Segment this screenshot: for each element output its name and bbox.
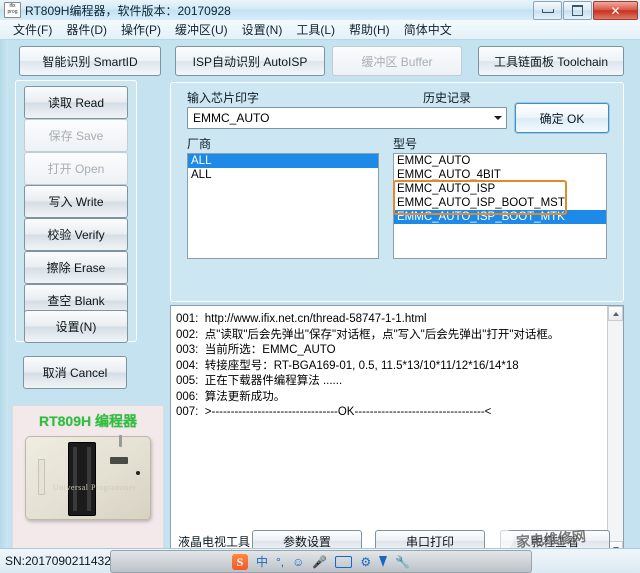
ok-button[interactable]: 确定 OK [515, 103, 609, 133]
vendor-list-label: 厂商 [187, 137, 212, 151]
wrench-icon[interactable]: 🔧 [395, 555, 410, 569]
skin-icon[interactable] [379, 556, 388, 567]
log-line: 002: 点"读取"后会先弹出"保存"对话框，点"写入"后会先弹出"打开"对话框… [176, 328, 560, 341]
menu-item-operation[interactable]: 操作(P) [114, 19, 168, 40]
menu-item-help[interactable]: 帮助(H) [342, 19, 397, 40]
microphone-icon[interactable]: 🎤 [312, 555, 327, 569]
menu-item-file[interactable]: 文件(F) [6, 19, 59, 40]
toolchain-button[interactable]: 工具链面板 Toolchain [478, 46, 624, 76]
zif-lever-icon [119, 435, 122, 447]
zif-socket-icon [68, 435, 122, 516]
model-list-item[interactable]: EMMC_AUTO_ISP [394, 182, 606, 196]
action-button-group: 读取 Read 保存 Save 打开 Open 写入 Write 校验 Veri… [15, 80, 137, 343]
vendor-list-item[interactable]: ALL [188, 168, 378, 182]
log-line: 007: >---------------------------------O… [176, 406, 492, 418]
open-button[interactable]: 打开 Open [24, 152, 128, 185]
programmer-device-body: Universal Programmer [25, 435, 151, 520]
device-photo-title: RT809H 编程器 [38, 413, 138, 429]
settings-button[interactable]: 设置(N) [24, 310, 128, 343]
toolbox-icon[interactable]: ⚙ [360, 555, 371, 569]
chevron-down-icon[interactable] [489, 109, 506, 127]
close-button[interactable]: ✕ [593, 1, 638, 20]
model-list-item[interactable]: EMMC_AUTO_4BIT [394, 168, 606, 182]
menu-bar: 文件(F) 器件(D) 操作(P) 缓冲区(U) 设置(N) 工具(L) 帮助(… [0, 20, 640, 40]
scrollbar-track[interactable] [608, 321, 623, 541]
chip-name-value: EMMC_AUTO [193, 111, 270, 125]
log-line: 005: 正在下载器件编程算法 ...... [176, 375, 343, 387]
minimize-button[interactable] [533, 1, 562, 20]
client-area: 智能识别 SmartID ISP自动识别 AutoISP 缓冲区 Buffer … [0, 40, 640, 557]
model-list-item[interactable]: EMMC_AUTO [394, 154, 606, 168]
status-led-icon [136, 471, 140, 475]
maximize-icon [572, 5, 583, 16]
device-side-slot [38, 459, 45, 495]
smiley-icon[interactable]: ☺ [292, 555, 304, 569]
log-line: 006: 算法更新成功。 [176, 390, 286, 403]
menu-item-settings[interactable]: 设置(N) [235, 19, 290, 40]
close-icon: ✕ [610, 3, 621, 18]
menu-item-buffer[interactable]: 缓冲区(U) [168, 19, 235, 40]
usb-port-icon [110, 457, 128, 464]
history-label: 历史记录 [423, 91, 472, 105]
menu-item-device[interactable]: 器件(D) [59, 19, 114, 40]
scroll-up-icon[interactable] [608, 306, 623, 321]
menu-item-language[interactable]: 简体中文 [397, 19, 459, 40]
smartid-button[interactable]: 智能识别 SmartID [19, 46, 161, 76]
cancel-button[interactable]: 取消 Cancel [23, 356, 127, 389]
keyboard-icon[interactable] [335, 555, 353, 568]
window-title: RT809H编程器，软件版本：20170928 [25, 3, 231, 18]
save-button[interactable]: 保存 Save [24, 119, 128, 152]
app-icon: ifix prog [4, 2, 21, 18]
model-list-item[interactable]: EMMC_AUTO_ISP_BOOT_MTK [394, 210, 606, 224]
ime-punctuation-icon[interactable]: °, [276, 555, 284, 569]
device-photo: RT809H 编程器 Universal Programmer [12, 405, 164, 550]
verify-button[interactable]: 校验 Verify [24, 218, 128, 251]
chip-select-panel: 输入芯片印字 历史记录 EMMC_AUTO 确定 OK 厂商 型号 ALL AL… [170, 82, 624, 302]
minimize-icon [541, 8, 554, 13]
ime-chinese-mode-icon[interactable]: 中 [256, 555, 268, 569]
read-button[interactable]: 读取 Read [24, 86, 128, 119]
autoisp-button[interactable]: ISP自动识别 AutoISP [175, 46, 325, 76]
log-vertical-scrollbar[interactable] [607, 306, 623, 556]
chip-input-label: 输入芯片印字 [187, 91, 260, 105]
model-list-item[interactable]: EMMC_AUTO_ISP_BOOT_MST [394, 196, 606, 210]
log-line: 003: 当前所选：EMMC_AUTO [176, 344, 336, 356]
buffer-button[interactable]: 缓冲区 Buffer [332, 46, 462, 76]
left-gradient-band [0, 40, 8, 548]
log-line: 001: http://www.ifix.net.cn/thread-58747… [176, 313, 427, 325]
write-button[interactable]: 写入 Write [24, 185, 128, 218]
model-listbox[interactable]: EMMC_AUTO EMMC_AUTO_4BIT EMMC_AUTO_ISP E… [393, 153, 607, 259]
erase-button[interactable]: 擦除 Erase [24, 251, 128, 284]
title-bar: ifix prog RT809H编程器，软件版本：20170928 ✕ [0, 0, 640, 21]
maximize-button[interactable] [563, 1, 592, 20]
menu-item-tools[interactable]: 工具(L) [289, 19, 342, 40]
chip-name-combobox[interactable]: EMMC_AUTO [187, 107, 507, 129]
ime-toolbar[interactable]: S 中 °, ☺ 🎤 ⚙ 🔧 [110, 550, 532, 573]
application-window: ifix prog RT809H编程器，软件版本：20170928 ✕ 文件(F)… [0, 0, 640, 573]
vendor-listbox[interactable]: ALL ALL [187, 153, 379, 259]
model-list-label: 型号 [393, 137, 418, 151]
device-brand-text: Universal Programmer [52, 483, 136, 492]
log-line: 004: 转接座型号：RT-BGA169-01, 0.5, 11.5*13/10… [176, 359, 519, 372]
window-controls: ✕ [532, 1, 638, 20]
vendor-list-item[interactable]: ALL [188, 154, 378, 168]
log-output-panel[interactable]: 001: http://www.ifix.net.cn/thread-58747… [170, 305, 624, 557]
sogou-logo-icon[interactable]: S [231, 553, 248, 570]
